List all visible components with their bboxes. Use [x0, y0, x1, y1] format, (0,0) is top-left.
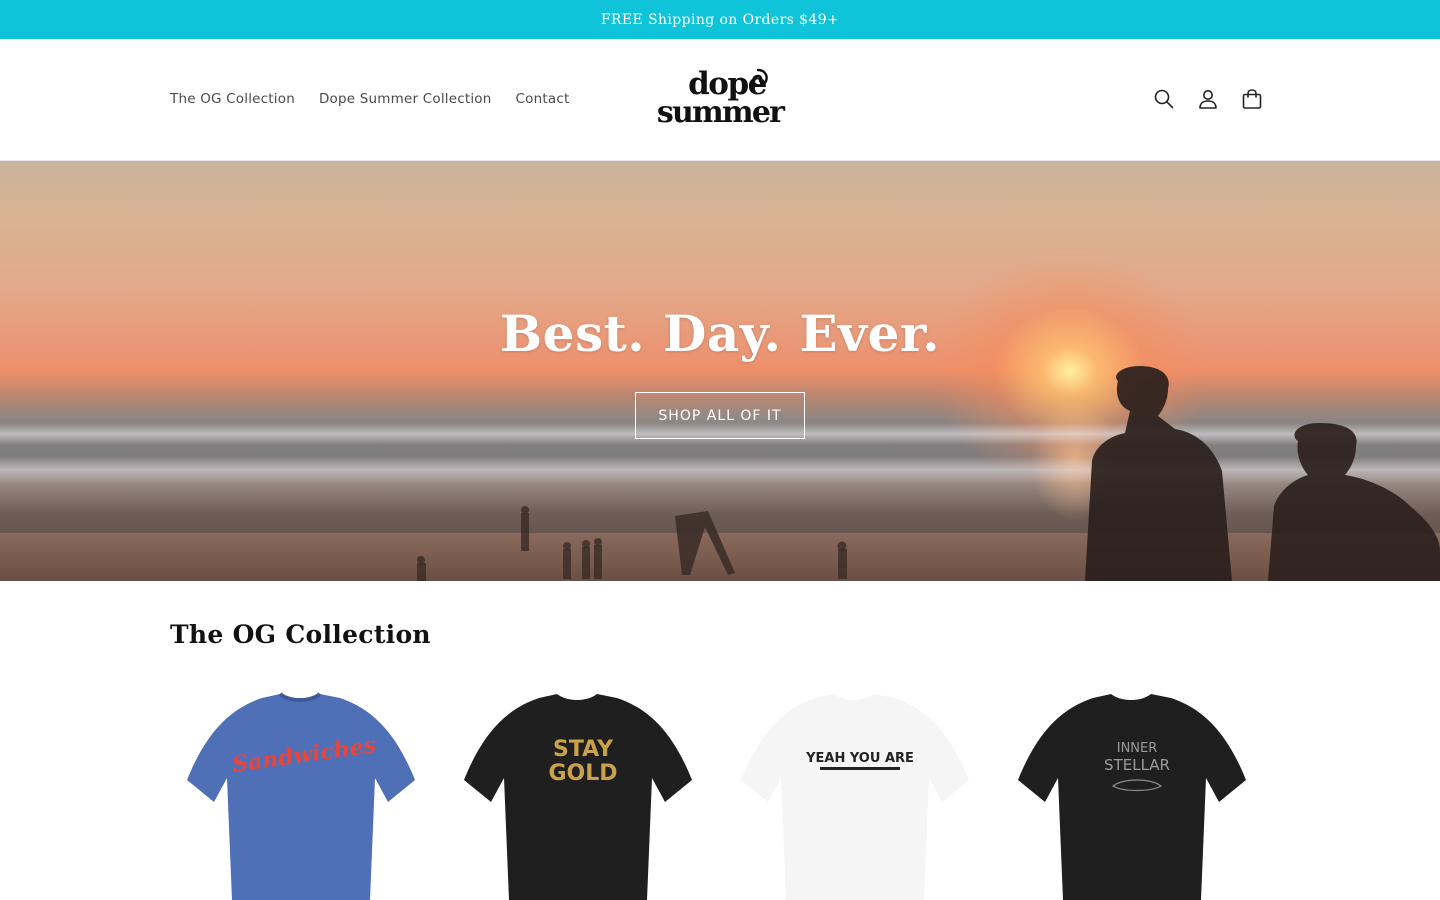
- site-header: The OG Collection Dope Summer Collection…: [0, 39, 1440, 161]
- hero-banner: Best. Day. Ever. SHOP ALL OF IT: [0, 161, 1440, 581]
- graphic-text-line-1: INNER: [1117, 741, 1158, 756]
- product-card-sandwiches[interactable]: Sandwiches: [170, 690, 432, 900]
- logo-swirl-icon: [752, 68, 768, 87]
- search-icon[interactable]: [1142, 77, 1186, 121]
- nav-item-contact[interactable]: Contact: [504, 86, 582, 112]
- product-image: Sandwiches: [187, 692, 415, 900]
- product-card-inner-stellar[interactable]: INNER STELLAR: [1001, 690, 1263, 900]
- announcement-text: FREE Shipping on Orders $49+: [600, 11, 840, 28]
- collection-title: The OG Collection: [170, 620, 431, 649]
- brand-logo[interactable]: dope summer: [652, 61, 788, 137]
- announcement-bar: FREE Shipping on Orders $49+: [0, 0, 1440, 39]
- graphic-text-line-2: GOLD: [548, 761, 617, 786]
- logo-line-2: summer: [656, 95, 785, 130]
- hero-content: Best. Day. Ever. SHOP ALL OF IT: [0, 161, 1440, 581]
- product-image: YEAH YOU ARE: [741, 694, 969, 900]
- product-image: STAY GOLD: [464, 694, 692, 900]
- product-card-yeah-you-are[interactable]: YEAH YOU ARE: [724, 690, 986, 900]
- header-icons: [1142, 77, 1274, 121]
- nav-item-dope-summer-collection[interactable]: Dope Summer Collection: [307, 86, 504, 112]
- hero-title: Best. Day. Ever.: [499, 304, 941, 363]
- graphic-text-line-1: STAY: [553, 737, 614, 762]
- nav-item-og-collection[interactable]: The OG Collection: [158, 86, 307, 112]
- product-card-stay-gold[interactable]: STAY GOLD: [447, 690, 709, 900]
- cart-icon[interactable]: [1230, 77, 1274, 121]
- graphic-text: YEAH YOU ARE: [805, 751, 914, 766]
- main-nav: The OG Collection Dope Summer Collection…: [158, 86, 581, 112]
- product-grid: Sandwiches STAY GOLD YEAH YOU ARE INNER …: [170, 690, 1270, 900]
- product-image: INNER STELLAR: [1018, 694, 1246, 900]
- account-icon[interactable]: [1186, 77, 1230, 121]
- graphic-text-line-2: STELLAR: [1104, 756, 1170, 774]
- shop-all-button[interactable]: SHOP ALL OF IT: [635, 392, 805, 439]
